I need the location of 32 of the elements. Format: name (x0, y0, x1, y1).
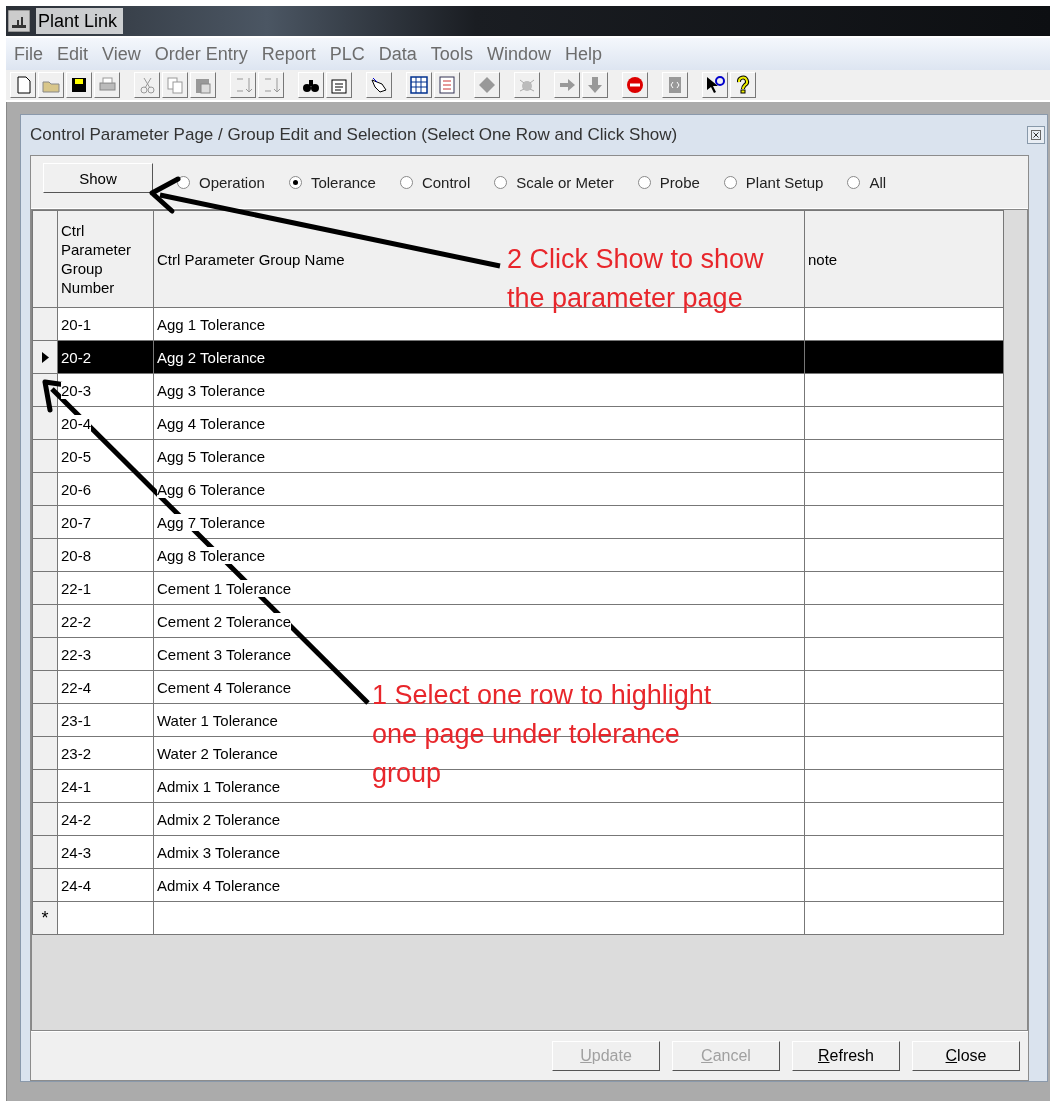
radio-label[interactable]: Operation (199, 173, 265, 191)
radio-label[interactable]: Plant Setup (745, 173, 824, 191)
table-cell[interactable]: Agg 7 Tolerance (157, 513, 266, 531)
menu-item[interactable]: Window (480, 43, 559, 65)
dialog-button[interactable]: Close (912, 1041, 1020, 1071)
menu-item[interactable]: Help (558, 43, 610, 65)
menu-item[interactable]: Data (372, 43, 425, 65)
menu-item[interactable]: Tools (424, 43, 481, 65)
table-cell[interactable]: Cement 2 Tolerance (157, 612, 291, 630)
menu-item[interactable]: File (8, 43, 51, 65)
table-cell[interactable]: Agg 8 Tolerance (157, 546, 266, 564)
radio-label[interactable]: Scale or Meter (516, 173, 614, 191)
show-button[interactable]: Show (43, 163, 153, 193)
window-title: Control Parameter Page / Group Edit and Selection (Select One Row and Click Show) (30, 125, 678, 145)
new-row-marker: * (32, 901, 58, 935)
dialog-button[interactable]: Refresh (792, 1041, 900, 1071)
annotation-text: 2 Click Show to show the parameter page (507, 243, 764, 315)
menu-item[interactable]: Order Entry (148, 43, 256, 65)
column-header[interactable]: note (808, 249, 838, 269)
menu-item[interactable]: View (96, 43, 149, 65)
radio-label[interactable]: Control (421, 173, 471, 191)
menu-item[interactable]: PLC (323, 43, 373, 65)
table-cell[interactable]: 20-4 (61, 414, 92, 432)
menu-item[interactable]: Edit (51, 43, 97, 65)
table-cell[interactable]: Cement 1 Tolerance (157, 579, 291, 597)
table-cell[interactable]: 20-3 (61, 381, 92, 399)
radio-label[interactable]: Tolerance (310, 173, 376, 191)
column-header[interactable]: Ctrl Parameter Group Name (157, 249, 345, 269)
window-title: Plant Link (36, 8, 124, 34)
menu-item[interactable]: Report (255, 43, 324, 65)
radio-label[interactable]: All (869, 173, 887, 191)
radio-label[interactable]: Probe (659, 173, 700, 191)
